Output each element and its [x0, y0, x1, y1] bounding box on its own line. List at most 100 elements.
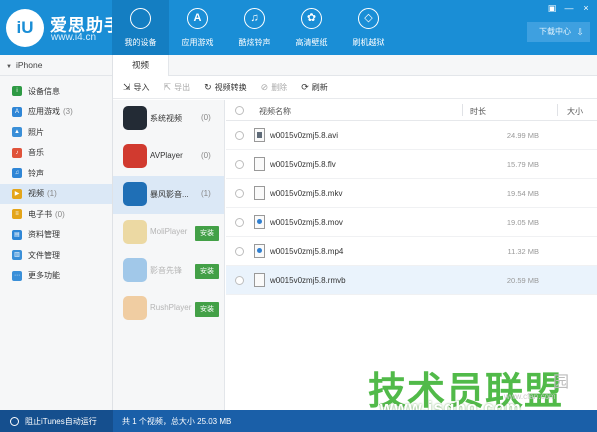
column-divider: [462, 104, 463, 116]
player-name: MoliPlayer: [150, 227, 188, 236]
itunes-autorun-toggle[interactable]: 阻止iTunes自动运行: [0, 410, 113, 432]
player-app-icon: [123, 106, 147, 130]
title-bar: iU 爱思助手 www.i4.cn 我的设备 A 应用游戏 ♫ 酷炫铃声 ✿ 高清壁纸 ◇ 刷机…: [0, 0, 597, 55]
sidebar-item-label: 视频: [28, 189, 44, 199]
select-all-checkbox[interactable]: [235, 106, 244, 115]
download-center-label: 下载中心: [539, 27, 571, 36]
nav-label: 酷炫铃声: [238, 38, 271, 47]
nav-item-1[interactable]: 我的设备: [112, 0, 169, 55]
player-item[interactable]: MoliPlayer 安装: [113, 214, 224, 252]
sidebar-item-icon: ≡: [12, 209, 22, 220]
header-name: 视频名称: [259, 107, 291, 116]
sidebar-item[interactable]: ≡ 电子书 (0): [0, 204, 112, 225]
app-store-icon: A: [187, 8, 208, 29]
file-name: w0015v0zmj5.8.mkv: [270, 189, 343, 198]
player-count: (1): [201, 189, 211, 198]
sidebar-item[interactable]: ♪ 音乐: [0, 143, 112, 164]
download-icon: ⇩: [576, 27, 584, 37]
content-tab-bar: 视频: [113, 55, 597, 76]
row-checkbox[interactable]: [235, 247, 244, 256]
player-item[interactable]: 系统视频 (0): [113, 100, 224, 138]
toolbar-label: 导出: [174, 83, 191, 92]
sidebar-item[interactable]: ▤ 资料管理: [0, 225, 112, 246]
player-item[interactable]: 影音先锋 安装: [113, 252, 224, 290]
nav-label: 刷机越狱: [352, 38, 385, 47]
install-button[interactable]: 安装: [195, 302, 219, 317]
table-row[interactable]: w0015v0zmj5.8.rmvb 20.59 MB: [226, 266, 597, 295]
file-size: 24.99 MB: [506, 131, 539, 140]
sidebar-item[interactable]: i 设备信息: [0, 81, 112, 102]
player-item[interactable]: RushPlayer 安装: [113, 290, 224, 328]
restore-icon[interactable]: ▣: [547, 3, 557, 13]
install-button[interactable]: 安装: [195, 264, 219, 279]
row-checkbox[interactable]: [235, 218, 244, 227]
sidebar-item-label: 照片: [28, 127, 44, 137]
header-duration: 时长: [470, 107, 486, 116]
player-item[interactable]: 暴风影音... (1): [113, 176, 224, 214]
music-note-icon: ♫: [244, 8, 265, 29]
sidebar-item[interactable]: A 应用游戏 (3): [0, 102, 112, 123]
tab-video[interactable]: 视频: [113, 55, 169, 76]
table-row[interactable]: w0015v0zmj5.8.flv 15.79 MB: [226, 150, 597, 179]
player-list: 系统视频 (0) AVPlayer (0) 暴风影音... (1) MoliPlayer 安装…: [113, 100, 225, 410]
device-selector[interactable]: ▼ iPhone: [0, 55, 112, 76]
download-center-button[interactable]: 下载中心 ⇩: [527, 22, 590, 42]
nav-label: 应用游戏: [181, 38, 214, 47]
sidebar-item[interactable]: ▥ 文件管理: [0, 245, 112, 266]
table-row[interactable]: w0015v0zmj5.8.mkv 19.54 MB: [226, 179, 597, 208]
table-body: w0015v0zmj5.8.avi 24.99 MB w0015v0zmj5.8.f…: [226, 121, 597, 295]
row-checkbox[interactable]: [235, 160, 244, 169]
sidebar-item-icon: ▲: [12, 127, 22, 138]
table-row[interactable]: w0015v0zmj5.8.mov 19.05 MB: [226, 208, 597, 237]
table-row[interactable]: w0015v0zmj5.8.avi 24.99 MB: [226, 121, 597, 150]
export-button[interactable]: ⇱ 导出: [164, 82, 191, 93]
itunes-toggle-label: 阻止iTunes自动运行: [25, 416, 97, 426]
sidebar-item-label: 文件管理: [28, 250, 60, 260]
sidebar-item[interactable]: ▶ 视频 (1): [0, 183, 112, 204]
sidebar-item-icon: ♪: [12, 147, 22, 158]
header-size: 大小: [567, 107, 583, 116]
player-count: (0): [201, 113, 211, 122]
file-name: w0015v0zmj5.8.flv: [270, 160, 336, 169]
player-app-icon: [123, 258, 147, 282]
file-name: w0015v0zmj5.8.mp4: [270, 247, 344, 256]
apple-icon: [130, 8, 151, 29]
sidebar-item[interactable]: ⋯ 更多功能: [0, 266, 112, 287]
player-name: AVPlayer: [150, 151, 183, 160]
install-button[interactable]: 安装: [195, 226, 219, 241]
player-name: RushPlayer: [150, 303, 192, 312]
sidebar-list: i 设备信息 A 应用游戏 (3) ▲ 照片 ♪ 音乐 ♫ 铃声 ▶ 视频 (1) ≡ 电子书 (0) ▤ 资料管理…: [0, 76, 112, 286]
sidebar-item-count: (3): [63, 107, 73, 117]
nav-item-4[interactable]: ✿ 高清壁纸: [283, 0, 340, 55]
row-checkbox[interactable]: [235, 131, 244, 140]
table-header: 视频名称 时长 大小: [226, 100, 597, 121]
nav-label: 高清壁纸: [295, 38, 328, 47]
close-icon[interactable]: ×: [581, 3, 591, 13]
import-button[interactable]: ⇲ 导入: [123, 82, 150, 93]
player-item[interactable]: AVPlayer (0): [113, 138, 224, 176]
video-convert-button[interactable]: ↻ 视频转换: [204, 82, 247, 93]
sidebar-item[interactable]: ▲ 照片: [0, 122, 112, 143]
delete-button[interactable]: ⊘ 删除: [261, 82, 288, 93]
row-checkbox[interactable]: [235, 189, 244, 198]
file-name: w0015v0zmj5.8.mov: [270, 218, 343, 227]
sidebar-item-label: 设备信息: [28, 86, 60, 96]
nav-item-3[interactable]: ♫ 酷炫铃声: [226, 0, 283, 55]
file-size: 19.54 MB: [506, 189, 539, 198]
sidebar-item-label: 电子书: [28, 209, 52, 219]
sidebar-item-label: 音乐: [28, 148, 44, 158]
brand-url: www.i4.cn: [51, 32, 97, 43]
refresh-button[interactable]: ⟳ 刷新: [301, 82, 328, 93]
minimize-icon[interactable]: —: [564, 3, 574, 13]
nav-item-2[interactable]: A 应用游戏: [169, 0, 226, 55]
export-icon: ⇱: [163, 82, 172, 92]
sidebar-item-icon: ⋯: [12, 270, 22, 281]
toolbar-label: 删除: [271, 83, 288, 92]
sidebar-item[interactable]: ♫ 铃声: [0, 163, 112, 184]
table-row[interactable]: w0015v0zmj5.8.mp4 11.32 MB: [226, 237, 597, 266]
nav-item-5[interactable]: ◇ 刷机越狱: [340, 0, 397, 55]
player-name: 影音先锋: [150, 266, 182, 275]
row-checkbox[interactable]: [235, 276, 244, 285]
status-bar: 阻止iTunes自动运行 共 1 个视频，总大小 25.03 MB: [0, 410, 597, 432]
sidebar-item-icon: ▶: [12, 188, 22, 199]
